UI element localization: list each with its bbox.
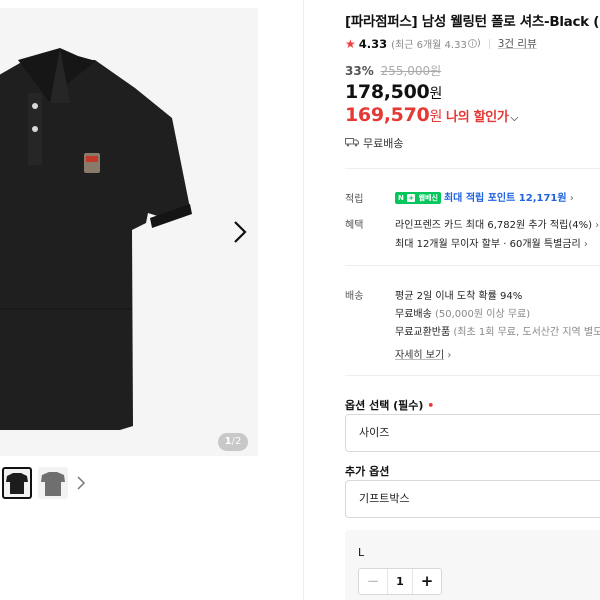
installment-row[interactable]: 최대 12개월 무이자 할부 · 60개월 특별금리 › [395,235,588,250]
chevron-right-icon [234,221,247,243]
size-select[interactable]: 사이즈 [345,414,600,452]
rating-row: ★ 4.33 (최근 6개월 4.33 i ) 3건 리뷰 [345,36,537,52]
price-value: 178,500 [345,81,430,103]
polo-shirt-image [0,8,258,456]
star-icon: ★ [345,36,356,51]
selected-size: L [358,546,365,559]
points-row[interactable]: N + 웹베신 최대 적립 포인트 12,171원 › [395,189,574,204]
max-points-text: 최대 적립 포인트 12,171원 [443,193,567,204]
product-title: [파라점퍼스] 남성 웰링턴 폴로 셔츠-Black ( [345,14,600,30]
free-shipping-label: 무료배송 [395,309,432,320]
card-benefit-row[interactable]: 라인프렌즈 카드 최대 6,782원 추가 적립(4%) › [395,216,599,231]
extra-option-title: 추가 옵션 [345,465,390,478]
free-return-note: (최초 1회 무료, 도서산간 지역 별도) [453,327,600,338]
price-unit: 원 [429,86,443,102]
points-label: 적립 [345,194,364,205]
npay-badge-text: N [398,194,404,202]
page-current: 1 [224,436,232,447]
divider [345,168,600,169]
divider [345,265,600,266]
installment-text: 최대 12개월 무이자 할부 · 60개월 특별금리 [395,239,581,250]
free-return-label: 무료교환반품 [395,327,451,338]
review-count-link[interactable]: 3건 리뷰 [498,36,537,51]
my-price-label: 나의 할인가 [446,110,509,125]
thumbnail-gray[interactable] [38,467,68,499]
npay-badge-sub: 웹베신 [418,194,438,202]
my-price-value: 169,570 [345,104,430,126]
discount-rate: 33% [345,64,374,78]
my-discount-price: 169,570원 나의 할인가 ⌵ [345,104,518,126]
delivery-arrival: 평균 2일 이내 도착 확률 94% [395,291,523,302]
rating-recent: (최근 6개월 4.33 [391,40,467,51]
gift-box-select[interactable]: 기프트박스 [345,480,600,518]
required-option-title: 옵션 선택 (필수) • [345,397,434,413]
thumbnail-image [6,473,28,494]
thumbnail-black[interactable] [2,467,32,499]
delivery-detail-link[interactable]: 자세히 보기 › [395,346,451,361]
thumbnail-list [0,467,260,501]
plus-icon: + [407,194,416,202]
chevron-right-icon: › [447,350,452,361]
chevron-right-icon: › [583,239,588,250]
image-page-indicator: 1/2 [218,433,248,451]
chevron-right-icon [77,476,86,490]
thumbnail-image [41,472,65,496]
discount-row: 33% 255,000원 [345,62,441,79]
truck-icon [345,137,359,150]
required-mark: • [427,399,435,412]
product-main-image[interactable]: 1/2 [0,8,258,456]
page-total: 2 [234,436,242,447]
original-price: 255,000원 [380,64,442,78]
product-gallery: 1/2 [0,0,260,600]
quantity-increase-button[interactable]: + [413,569,441,594]
rating-recent-close: ) [476,38,481,49]
required-option-title-text: 옵션 선택 (필수) [345,399,424,412]
shipping-summary-text: 무료배송 [363,137,404,150]
delivery-label: 배송 [345,291,364,302]
card-benefit-text: 라인프렌즈 카드 최대 6,782원 추가 적립(4%) [395,220,592,231]
sale-price: 178,500원 [345,81,442,103]
thumbnail-next-button[interactable] [74,473,88,493]
selected-option-box: L − 1 + [345,530,600,600]
detail-link-text: 자세히 보기 [395,350,445,361]
free-shipping-note: (50,000원 이상 무료) [435,309,531,320]
free-return-row: 무료교환반품 (최초 1회 무료, 도서산간 지역 별도) [395,323,600,338]
rating-score: 4.33 [358,36,388,51]
chevron-right-icon: › [595,220,600,231]
benefit-label: 혜택 [345,220,364,231]
next-image-button[interactable] [229,218,251,246]
chevron-down-icon[interactable]: ⌵ [511,113,519,124]
quantity-value[interactable]: 1 [387,569,413,594]
divider [488,38,490,49]
quantity-decrease-button[interactable]: − [359,569,387,594]
my-price-unit: 원 [429,109,443,125]
product-info: [파라점퍼스] 남성 웰링턴 폴로 셔츠-Black ( ★ 4.33 (최근 … [345,0,600,600]
divider [345,375,600,376]
shipping-summary: 무료배송 [345,135,403,151]
page-separator: / [231,436,235,447]
free-shipping-row: 무료배송 (50,000원 이상 무료) [395,305,530,320]
npay-badge: N + 웹베신 [395,192,441,204]
quantity-stepper: − 1 + [358,568,442,595]
column-divider [303,0,304,600]
chevron-right-icon: › [569,193,574,204]
info-icon[interactable]: i [467,39,477,48]
